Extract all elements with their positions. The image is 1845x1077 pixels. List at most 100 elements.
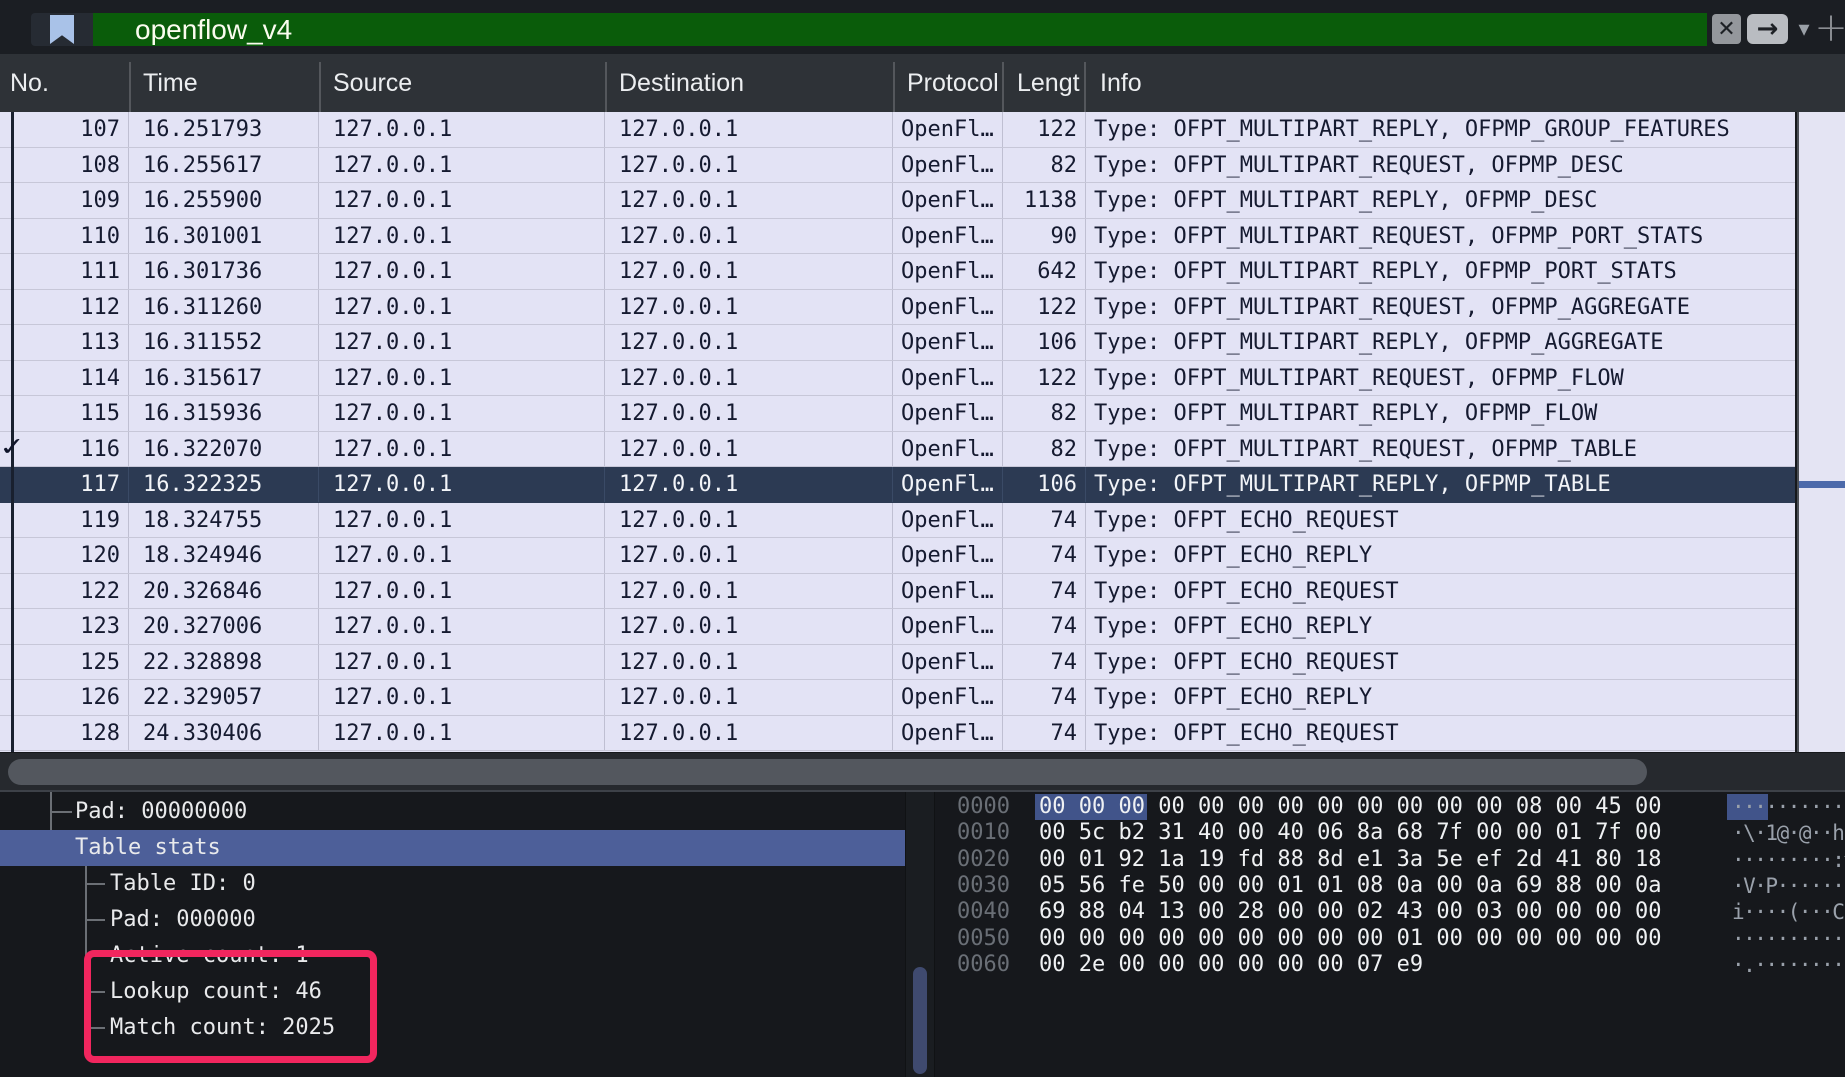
cell-info: Type: OFPT_MULTIPART_REQUEST, OFPMP_AGGR… [1086, 290, 1795, 325]
table-row[interactable]: 10816.255617127.0.0.1127.0.0.1OpenFl…82T… [0, 148, 1795, 184]
wireshark-window: openflow_v4 ✕ → ▾ + No. Time Source Dest… [0, 0, 1845, 1077]
table-row[interactable]: 10916.255900127.0.0.1127.0.0.1OpenFl…113… [0, 183, 1795, 219]
packet-list-header: No. Time Source Destination Protocol Len… [0, 54, 1845, 112]
cell-protocol: OpenFl… [893, 538, 1003, 573]
filter-dropdown-caret[interactable]: ▾ [1791, 14, 1817, 44]
cell-no: 108 [0, 148, 129, 183]
column-divider[interactable] [893, 62, 895, 112]
cell-protocol: OpenFl… [893, 112, 1003, 147]
table-row[interactable]: 12522.328898127.0.0.1127.0.0.1OpenFl…74T… [0, 645, 1795, 681]
cell-destination: 127.0.0.1 [605, 183, 893, 218]
hex-row[interactable]: 003005 56 fe 50 00 00 01 01 08 0a 00 0a … [935, 873, 1845, 899]
hex-bytes[interactable]: 00 5c b2 31 40 00 40 06 8a 68 7f 00 00 0… [1039, 820, 1662, 846]
filter-apply-button[interactable]: → [1747, 14, 1788, 44]
table-row[interactable]: 10716.251793127.0.0.1127.0.0.1OpenFl…122… [0, 112, 1795, 148]
column-divider[interactable] [319, 62, 321, 112]
table-row[interactable]: 12320.327006127.0.0.1127.0.0.1OpenFl…74T… [0, 609, 1795, 645]
table-row[interactable]: 12220.326846127.0.0.1127.0.0.1OpenFl…74T… [0, 574, 1795, 610]
table-row[interactable]: 11116.301736127.0.0.1127.0.0.1OpenFl…642… [0, 254, 1795, 290]
ascii-bytes[interactable]: i····(···C······ [1732, 899, 1845, 925]
cell-source: 127.0.0.1 [319, 503, 605, 538]
column-header-time[interactable]: Time [129, 54, 319, 112]
table-row[interactable]: 11416.315617127.0.0.1127.0.0.1OpenFl…122… [0, 361, 1795, 397]
detail-tree-item[interactable]: Pad: 000000 [110, 902, 256, 938]
table-row[interactable]: 11316.311552127.0.0.1127.0.0.1OpenFl…106… [0, 325, 1795, 361]
hex-bytes[interactable]: 05 56 fe 50 00 00 01 01 08 0a 00 0a 69 8… [1039, 873, 1662, 899]
detail-pane-scrollbar-thumb[interactable] [913, 967, 927, 1074]
table-row[interactable]: 11516.315936127.0.0.1127.0.0.1OpenFl…82T… [0, 396, 1795, 432]
cell-time: 16.311552 [129, 325, 319, 360]
column-header-source[interactable]: Source [319, 54, 605, 112]
column-header-info[interactable]: Info [1086, 54, 1795, 112]
detail-tree-item[interactable]: Pad: 00000000 [75, 794, 247, 830]
ascii-bytes[interactable]: ·V·P········i··· [1732, 873, 1845, 899]
hex-bytes[interactable]: 00 01 92 1a 19 fd 88 8d e1 3a 5e ef 2d 4… [1039, 847, 1662, 873]
table-row[interactable]: 12824.330406127.0.0.1127.0.0.1OpenFl…74T… [0, 716, 1795, 752]
cell-no: 126 [0, 680, 129, 715]
ascii-bytes[interactable]: ·\·1@·@··h······ [1732, 820, 1845, 846]
table-row[interactable]: 12018.324946127.0.0.1127.0.0.1OpenFl…74T… [0, 538, 1795, 574]
cell-source: 127.0.0.1 [319, 645, 605, 680]
cell-protocol: OpenFl… [893, 325, 1003, 360]
hex-row[interactable]: 002000 01 92 1a 19 fd 88 8d e1 3a 5e ef … [935, 847, 1845, 873]
hex-bytes[interactable]: 00 00 00 00 00 00 00 00 00 01 00 00 00 0… [1039, 926, 1662, 952]
column-divider[interactable] [1002, 62, 1004, 112]
hex-bytes[interactable]: 00 2e 00 00 00 00 00 00 07 e9 [1039, 952, 1423, 978]
cell-time: 18.324946 [129, 538, 319, 573]
detail-tree-item[interactable]: Table stats [0, 830, 905, 866]
cell-info: Type: OFPT_MULTIPART_REPLY, OFPMP_TABLE [1086, 467, 1795, 502]
column-header-no[interactable]: No. [0, 54, 129, 112]
cell-length: 122 [1003, 290, 1086, 325]
cell-protocol: OpenFl… [893, 148, 1003, 183]
display-filter-input[interactable]: openflow_v4 [93, 13, 1707, 46]
hex-offset: 0040 [957, 899, 1010, 925]
related-packet-check-icon: ✓ [0, 430, 24, 463]
table-row[interactable]: 12622.329057127.0.0.1127.0.0.1OpenFl…74T… [0, 680, 1795, 716]
detail-pane-scrollbar[interactable] [905, 792, 935, 1077]
cell-length: 74 [1003, 645, 1086, 680]
cell-info: Type: OFPT_ECHO_REQUEST [1086, 574, 1795, 609]
ascii-bytes[interactable]: ················ [1732, 794, 1845, 820]
cell-source: 127.0.0.1 [319, 432, 605, 467]
hex-row[interactable]: 001000 5c b2 31 40 00 40 06 8a 68 7f 00 … [935, 820, 1845, 846]
horizontal-scrollbar-thumb[interactable] [8, 759, 1647, 785]
column-header-protocol[interactable]: Protocol [893, 54, 1003, 112]
cell-source: 127.0.0.1 [319, 112, 605, 147]
packet-list-scrollbar-minimap[interactable] [1797, 112, 1845, 752]
cell-destination: 127.0.0.1 [605, 432, 893, 467]
cell-length: 642 [1003, 254, 1086, 289]
column-divider[interactable] [1084, 62, 1086, 112]
hex-row[interactable]: 0040 69 88 04 13 00 28 00 00 02 43 00 03 … [935, 899, 1845, 925]
column-header-destination[interactable]: Destination [605, 54, 893, 112]
cell-destination: 127.0.0.1 [605, 680, 893, 715]
hex-bytes[interactable]: 00 00 00 00 00 00 00 00 00 00 00 00 08 0… [1039, 794, 1662, 820]
cell-length: 122 [1003, 361, 1086, 396]
ascii-bytes[interactable]: ·.········ [1732, 952, 1843, 978]
cell-source: 127.0.0.1 [319, 290, 605, 325]
filter-bookmark-button[interactable] [31, 13, 93, 46]
cell-no: 128 [0, 716, 129, 751]
filter-clear-button[interactable]: ✕ [1712, 14, 1741, 44]
add-filter-button[interactable]: + [1817, 6, 1845, 50]
hex-row[interactable]: 006000 2e 00 00 00 00 00 00 07 e9·.·····… [935, 952, 1845, 978]
cell-time: 16.255617 [129, 148, 319, 183]
detail-tree-item[interactable]: Table ID: 0 [110, 866, 256, 902]
hex-row[interactable]: 005000 00 00 00 00 00 00 00 00 01 00 00 … [935, 926, 1845, 952]
column-divider[interactable] [605, 62, 607, 112]
table-row[interactable]: 11216.311260127.0.0.1127.0.0.1OpenFl…122… [0, 290, 1795, 326]
column-header-length[interactable]: Lengt [1003, 54, 1086, 112]
table-row[interactable]: 11016.301001127.0.0.1127.0.0.1OpenFl…90T… [0, 219, 1795, 255]
hex-row[interactable]: 000000 00 00 00 00 00 00 00 00 00 00 00 … [935, 794, 1845, 820]
table-row[interactable]: 11616.322070127.0.0.1127.0.0.1OpenFl…82T… [0, 432, 1795, 468]
cell-protocol: OpenFl… [893, 396, 1003, 431]
cell-length: 74 [1003, 538, 1086, 573]
column-divider[interactable] [129, 62, 131, 112]
ascii-bytes[interactable]: ·········:^·-A·· [1732, 847, 1845, 873]
ascii-bytes[interactable]: ················ [1732, 926, 1845, 952]
cell-info: Type: OFPT_MULTIPART_REPLY, OFPMP_GROUP_… [1086, 112, 1795, 147]
hex-bytes[interactable]: 69 88 04 13 00 28 00 00 02 43 00 03 00 0… [1039, 899, 1662, 925]
table-row[interactable]: 11716.322325127.0.0.1127.0.0.1OpenFl…106… [0, 467, 1795, 503]
horizontal-scrollbar[interactable] [0, 752, 1845, 790]
table-row[interactable]: 11918.324755127.0.0.1127.0.0.1OpenFl…74T… [0, 503, 1795, 539]
cell-length: 90 [1003, 219, 1086, 254]
